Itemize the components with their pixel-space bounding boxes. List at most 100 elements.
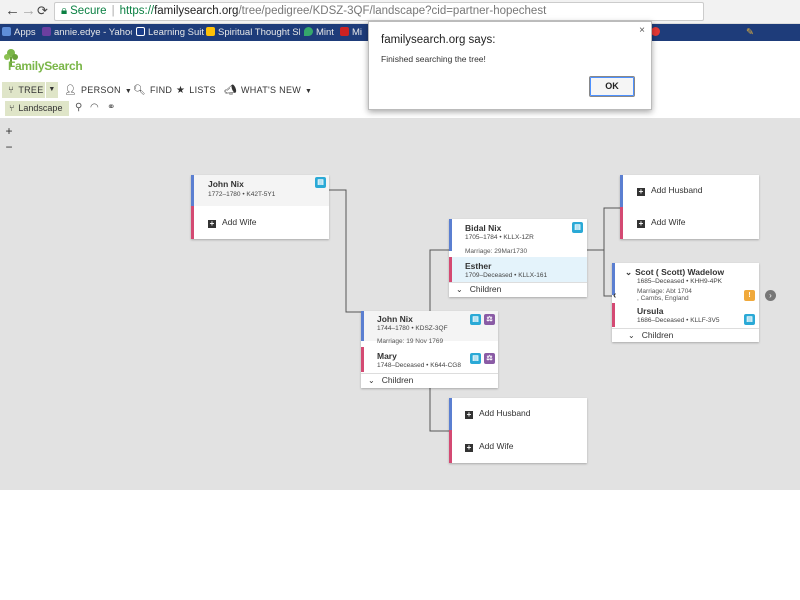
star-icon: ★ [176, 85, 186, 96]
secure-label: Secure [70, 5, 107, 17]
research-suggestion-icon[interactable]: ⚖ [484, 353, 495, 364]
apps-icon [2, 27, 11, 36]
lock-icon: 🔒︎ [61, 5, 68, 17]
person-lifespan-id: 1772–1780 • K42T-5Y1 [208, 191, 276, 198]
record-hint-icon[interactable]: ▤ [470, 353, 481, 364]
megaphone-icon: 📣︎ [224, 85, 237, 96]
add-wife-button[interactable]: + Add Wife [208, 217, 257, 228]
person-lifespan-id: 1685–Deceased • KHH9-4PK [637, 278, 723, 285]
add-wife-button[interactable]: + Add Wife [637, 217, 686, 228]
person-lifespan-id: 1748–Deceased • K644-CG8 [377, 362, 461, 369]
record-hint-icon[interactable]: ▤ [315, 177, 326, 188]
chevron-left-icon[interactable]: ‹ [613, 290, 616, 301]
male-indicator [620, 175, 623, 207]
add-wife-button[interactable]: + Add Wife [465, 441, 514, 452]
person-lifespan-id: 1686–Deceased • KLLF-3V5 [637, 317, 720, 324]
person-icon: 👤︎ [64, 85, 77, 96]
fan-chart-icon[interactable]: ◠ [90, 102, 99, 113]
caret-down-icon: ▼ [124, 88, 133, 95]
person-name: ⌄ Scot ( Scott) Wadelow [625, 267, 725, 277]
forward-arrow-icon[interactable]: → [21, 3, 36, 19]
reload-icon[interactable]: ⟳ [37, 3, 48, 19]
record-hint-icon[interactable]: ▤ [470, 314, 481, 325]
chevron-down-icon: ⌄ [628, 331, 635, 340]
person-name: Esther [465, 261, 492, 271]
female-indicator [449, 430, 452, 463]
male-indicator [449, 398, 452, 430]
pencil-icon[interactable]: ✎ [746, 24, 756, 41]
plus-icon: + [465, 410, 473, 419]
bookmark-mint[interactable]: Mint [304, 24, 336, 41]
record-hint-icon[interactable]: ▤ [744, 314, 755, 325]
spiritual-thought-icon [206, 27, 215, 36]
tree-dropdown-button[interactable]: ▼ [45, 82, 58, 98]
yahoo-icon [42, 27, 51, 36]
add-husband-button[interactable]: + Add Husband [465, 408, 531, 419]
children-toggle[interactable]: ⌄ Children [628, 330, 673, 340]
back-arrow-icon[interactable]: ← [5, 3, 20, 19]
familysearch-logo[interactable]: FamilySearch [4, 48, 88, 76]
bookmark-apps[interactable]: Apps [2, 24, 40, 41]
dialog-message: Finished searching the tree! [381, 54, 486, 64]
empty-couple-card-mary-parents[interactable]: + Add Husband + Add Wife [449, 398, 587, 463]
children-toggle[interactable]: ⌄ Children [368, 375, 413, 385]
nav-lists[interactable]: ★ LISTS [176, 81, 216, 99]
extension-icon[interactable] [651, 24, 661, 41]
children-toggle[interactable]: ⌄ Children [456, 284, 501, 294]
female-indicator [191, 206, 194, 239]
view-landscape[interactable]: ⑂ Landscape [5, 101, 69, 116]
address-bar[interactable]: 🔒︎ Secure | https://familysearch.org/tree/p… [54, 2, 704, 21]
chevron-down-icon: ⌄ [456, 285, 463, 294]
nav-person[interactable]: 👤︎ PERSON ▼ [64, 81, 132, 99]
url-host: familysearch.org [154, 5, 239, 17]
search-icon: 🔍︎ [133, 85, 146, 96]
plus-icon: + [208, 219, 216, 228]
nav-whats-new[interactable]: 📣︎ WHAT'S NEW ▼ [224, 81, 312, 99]
person-name: John Nix [208, 179, 244, 189]
portrait-view-icon[interactable]: ⚲ [75, 102, 82, 113]
descendancy-view-icon[interactable]: ⚭ [107, 102, 115, 113]
close-icon[interactable]: × [639, 25, 645, 36]
chevron-down-icon[interactable]: ⌄ [625, 267, 632, 277]
learning-suite-icon [136, 27, 145, 36]
bookmark-learning-suite[interactable]: Learning Suite [136, 24, 204, 41]
add-husband-button[interactable]: + Add Husband [637, 185, 703, 196]
person-lifespan-id: 1705–1784 • KLLX-1ZR [465, 234, 534, 241]
dialog-title: familysearch.org says: [381, 34, 496, 46]
chevron-down-icon: ⌄ [368, 376, 375, 385]
male-indicator [449, 219, 452, 251]
landscape-icon: ⑂ [9, 103, 15, 113]
couple-card-parents[interactable]: Bidal Nix 1705–1784 • KLLX-1ZR ▤ Marriag… [449, 219, 587, 297]
tree-canvas[interactable]: + − John Nix 1772–1780 • K42T-5Y1 ▤ + Add… [0, 118, 800, 490]
person-lifespan-id: 1744–1780 • KDSZ-3QF [377, 325, 448, 332]
mi-icon [340, 27, 349, 36]
tree-icon: ⑂ [8, 85, 15, 96]
data-problem-icon[interactable]: ! [744, 290, 755, 301]
research-suggestion-icon[interactable]: ⚖ [484, 314, 495, 325]
couple-card-esther-parents[interactable]: ⌄ Scot ( Scott) Wadelow 1685–Deceased • K… [612, 263, 759, 342]
plus-icon: + [465, 443, 473, 452]
nav-find[interactable]: 🔍︎ FIND [133, 81, 172, 99]
person-name: Ursula [637, 306, 664, 316]
caret-down-icon: ▼ [305, 88, 313, 95]
bookmark-yahoo-mail[interactable]: annie.edye - Yahoo M [42, 24, 132, 41]
person-lifespan-id: 1709–Deceased • KLLX-161 [465, 272, 548, 279]
bookmark-mi[interactable]: Mi [340, 24, 366, 41]
person-card-john-nix-father[interactable]: John Nix 1772–1780 • K42T-5Y1 ▤ + Add Wif… [191, 175, 329, 239]
plus-icon: + [637, 187, 645, 196]
marriage-info: Marriage: 19 Nov 1769 [377, 338, 444, 345]
marriage-place: , Cambs, England [637, 295, 689, 302]
marriage-info: Marriage: 29Mar1730 [465, 248, 528, 255]
caret-down-icon: ▼ [48, 86, 56, 93]
logo-text: FamilySearch [8, 59, 83, 73]
plus-icon: + [637, 219, 645, 228]
empty-couple-card-bidal-parents[interactable]: + Add Husband + Add Wife [620, 175, 759, 239]
expand-right-icon[interactable]: › [765, 290, 776, 301]
couple-card-focus[interactable]: John Nix 1744–1780 • KDSZ-3QF ▤ ⚖ Marria… [361, 311, 498, 388]
female-indicator [620, 207, 623, 239]
female-indicator [612, 303, 615, 327]
bookmark-spiritual-thought[interactable]: Spiritual Thought Sh [206, 24, 300, 41]
record-hint-icon[interactable]: ▤ [572, 222, 583, 233]
marriage-info: Marriage: Abt 1704 [637, 288, 692, 295]
ok-button[interactable]: OK [589, 76, 635, 97]
